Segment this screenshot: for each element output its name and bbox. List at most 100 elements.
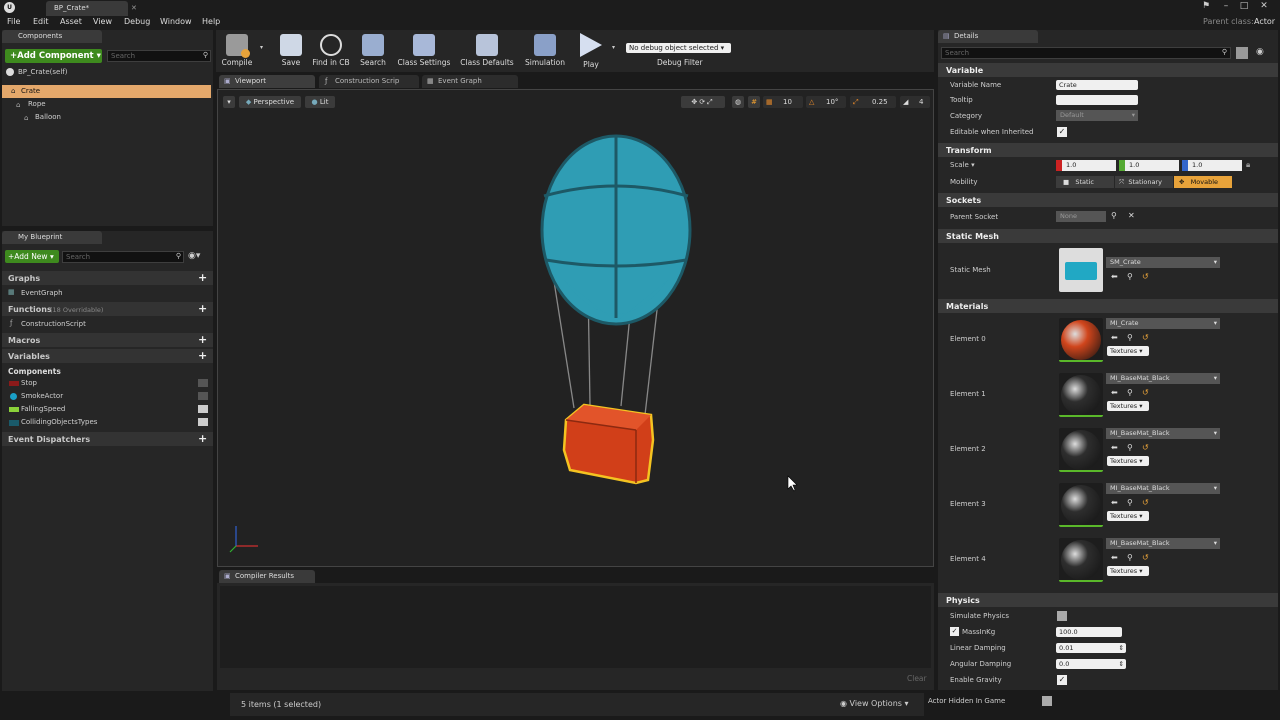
visibility-icon[interactable] (198, 392, 208, 400)
tree-item-rope[interactable]: Rope (28, 100, 46, 108)
material-thumbnail[interactable] (1059, 428, 1103, 472)
material-select[interactable]: MI_BaseMat_Black ▾ (1106, 483, 1220, 494)
browse-icon[interactable]: ⚲ (1127, 498, 1133, 507)
scale-snap-value[interactable]: ⤢ 0.25 (850, 96, 896, 108)
scale-y-input[interactable]: 1.0 (1119, 160, 1179, 171)
menu-view[interactable]: View (93, 17, 112, 26)
components-search-input[interactable]: Search ⚲ (107, 50, 211, 62)
grid-snap-icon[interactable]: # (748, 96, 760, 108)
compile-button[interactable]: Compile (218, 32, 256, 72)
minimize-icon[interactable]: – (1220, 1, 1232, 13)
menu-window[interactable]: Window (160, 17, 192, 26)
tooltip-input[interactable] (1056, 95, 1138, 105)
parent-socket-value[interactable]: None (1056, 211, 1106, 222)
eye-icon[interactable]: ◉ (1256, 47, 1264, 57)
browse-icon[interactable]: ⚲ (1127, 333, 1133, 342)
add-new-button[interactable]: +Add New ▾ (5, 250, 59, 263)
debug-object-select[interactable]: No debug object selected ▾ (626, 43, 731, 53)
use-selected-icon[interactable]: ⬅ (1111, 553, 1118, 562)
materials-section-header[interactable]: Materials (938, 299, 1278, 313)
menu-edit[interactable]: Edit (33, 17, 49, 26)
menu-debug[interactable]: Debug (124, 17, 150, 26)
transform-section-header[interactable]: Transform (938, 143, 1278, 157)
tree-item-crate[interactable]: ⌂ Crate (2, 85, 211, 98)
menu-asset[interactable]: Asset (60, 17, 82, 26)
details-tab[interactable]: ▤ Details (938, 30, 1038, 43)
scale-x-input[interactable]: 1.0 (1056, 160, 1116, 171)
static-mesh-thumbnail[interactable] (1059, 248, 1103, 292)
variable-collidingobjectstypes[interactable]: CollidingObjectsTypes (21, 418, 97, 426)
document-tab[interactable]: BP_Crate* (46, 1, 128, 16)
lock-icon[interactable]: 🔒︎ (1246, 160, 1250, 170)
material-thumbnail[interactable] (1059, 373, 1103, 417)
class-defaults-button[interactable]: Class Defaults (458, 32, 516, 72)
material-select[interactable]: MI_BaseMat_Black ▾ (1106, 373, 1220, 384)
browse-icon[interactable]: ⚲ (1127, 553, 1133, 562)
tab-viewport[interactable]: ▣ Viewport (219, 75, 315, 88)
visibility-icon[interactable] (198, 405, 208, 413)
tab-construction-script[interactable]: ƒ Construction Scrip (319, 75, 419, 88)
maximize-icon[interactable]: □ (1238, 1, 1250, 13)
menu-help[interactable]: Help (202, 17, 220, 26)
mobility-static[interactable]: ■ Static (1056, 176, 1114, 188)
details-search-input[interactable]: Search ⚲ (941, 47, 1231, 59)
add-component-button[interactable]: +Add Component ▾ (5, 49, 102, 63)
notification-icon[interactable]: ⚑ (1200, 1, 1212, 13)
camera-speed-value[interactable]: ◢ 4 (900, 96, 930, 108)
add-graph-icon[interactable]: + (198, 271, 207, 284)
scale-label[interactable]: Scale ▾ (950, 161, 975, 169)
transform-mode-group[interactable]: ✥⟳⤢ (681, 96, 725, 108)
macros-header[interactable]: Macros + (2, 333, 213, 347)
add-macro-icon[interactable]: + (198, 333, 207, 346)
browse-icon[interactable]: ⚲ (1127, 388, 1133, 397)
category-select[interactable]: Default ▾ (1056, 110, 1138, 121)
eye-icon[interactable]: ◉▾ (188, 251, 200, 261)
world-space-icon[interactable]: ◍ (732, 96, 744, 108)
blueprint-search-input[interactable]: Search ⚲ (62, 251, 184, 263)
variable-section-header[interactable]: Variable (938, 63, 1278, 77)
save-button[interactable]: Save (278, 32, 304, 72)
add-function-icon[interactable]: + (198, 302, 207, 315)
play-button[interactable]: Play (574, 32, 608, 72)
search-icon[interactable]: ⚲ (1111, 211, 1117, 220)
reset-icon[interactable]: ↺ (1142, 443, 1149, 452)
add-dispatcher-icon[interactable]: + (198, 432, 207, 445)
sockets-section-header[interactable]: Sockets (938, 193, 1278, 207)
variable-stop[interactable]: Stop (21, 379, 37, 387)
angular-damping-input[interactable]: 0.0 ⇕ (1056, 659, 1126, 669)
functions-header[interactable]: Functions (18 Overridable) + (2, 302, 213, 316)
use-selected-icon[interactable]: ⬅ (1111, 333, 1118, 342)
compiler-results-tab[interactable]: ▣ Compiler Results (219, 570, 315, 583)
material-thumbnail[interactable] (1059, 483, 1103, 527)
clear-icon[interactable]: ✕ (1128, 211, 1135, 220)
find-in-cb-button[interactable]: Find in CB (310, 32, 352, 72)
function-item-constructionscript[interactable]: ConstructionScript (21, 320, 86, 328)
mass-override-checkbox[interactable]: ✓ (950, 627, 959, 636)
enable-gravity-checkbox[interactable]: ✓ (1057, 675, 1067, 685)
textures-dropdown[interactable]: Textures ▾ (1107, 456, 1149, 466)
components-tab[interactable]: Components (2, 30, 102, 43)
close-tab-icon[interactable]: ✕ (131, 4, 137, 12)
material-select[interactable]: MI_Crate ▾ (1106, 318, 1220, 329)
menu-file[interactable]: File (7, 17, 20, 26)
editable-inherited-checkbox[interactable]: ✓ (1057, 127, 1067, 137)
parent-class-value[interactable]: Actor (1254, 17, 1275, 26)
use-selected-icon[interactable]: ⬅ (1111, 443, 1118, 452)
material-select[interactable]: MI_BaseMat_Black ▾ (1106, 538, 1220, 549)
tab-event-graph[interactable]: ▦ Event Graph (422, 75, 518, 88)
use-selected-icon[interactable]: ⬅ (1111, 388, 1118, 397)
variable-smokeactor[interactable]: SmokeActor (21, 392, 63, 400)
reset-icon[interactable]: ↺ (1142, 388, 1149, 397)
perspective-button[interactable]: ◆ Perspective (239, 96, 301, 108)
reset-icon[interactable]: ↺ (1142, 553, 1149, 562)
variable-name-input[interactable]: Crate (1056, 80, 1138, 90)
compile-dropdown-icon[interactable]: ▾ (260, 44, 263, 51)
mobility-stationary[interactable]: ⤧ Stationary (1115, 176, 1173, 188)
scale-z-input[interactable]: 1.0 (1182, 160, 1242, 171)
static-mesh-section-header[interactable]: Static Mesh (938, 229, 1278, 243)
view-options-button[interactable]: ◉ View Options ▾ (840, 699, 909, 708)
close-window-icon[interactable]: ✕ (1258, 1, 1270, 13)
lit-button[interactable]: ● Lit (305, 96, 335, 108)
variable-fallingspeed[interactable]: FallingSpeed (21, 405, 65, 413)
rotation-snap-value[interactable]: △ 10° (806, 96, 846, 108)
